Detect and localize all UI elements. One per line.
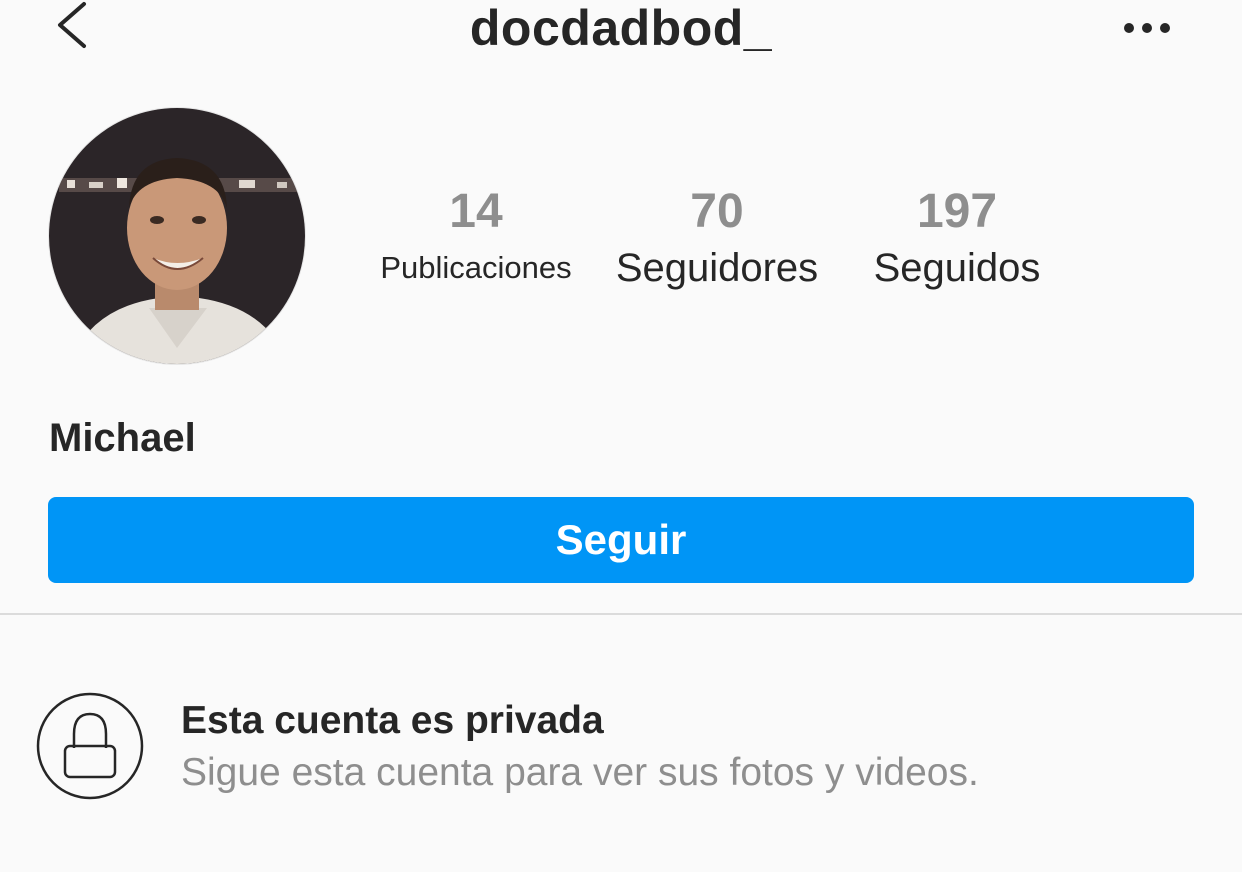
avatar[interactable] <box>48 107 306 365</box>
more-options-button[interactable] <box>1118 14 1176 42</box>
stat-posts: 14 Publicaciones <box>362 180 590 292</box>
followers-label: Seguidores <box>615 246 819 290</box>
profile-photo <box>49 108 305 364</box>
posts-label: Publicaciones <box>380 250 572 285</box>
more-horizontal-icon <box>1124 23 1170 33</box>
private-account-subtitle: Sigue esta cuenta para ver sus fotos y v… <box>181 751 979 794</box>
lock-icon <box>36 692 144 800</box>
followers-count: 70 <box>690 185 744 238</box>
following-count: 197 <box>916 185 998 238</box>
private-account-title: Esta cuenta es privada <box>181 699 604 742</box>
profile-username: docdadbod_ <box>469 0 773 56</box>
stat-following[interactable]: 197 Seguidos <box>852 180 1062 292</box>
posts-count: 14 <box>449 185 503 238</box>
display-name: Michael <box>49 416 196 460</box>
following-label: Seguidos <box>873 246 1041 290</box>
divider <box>0 613 1242 615</box>
stat-followers[interactable]: 70 Seguidores <box>602 180 832 292</box>
follow-button[interactable]: Seguir <box>48 497 1194 583</box>
